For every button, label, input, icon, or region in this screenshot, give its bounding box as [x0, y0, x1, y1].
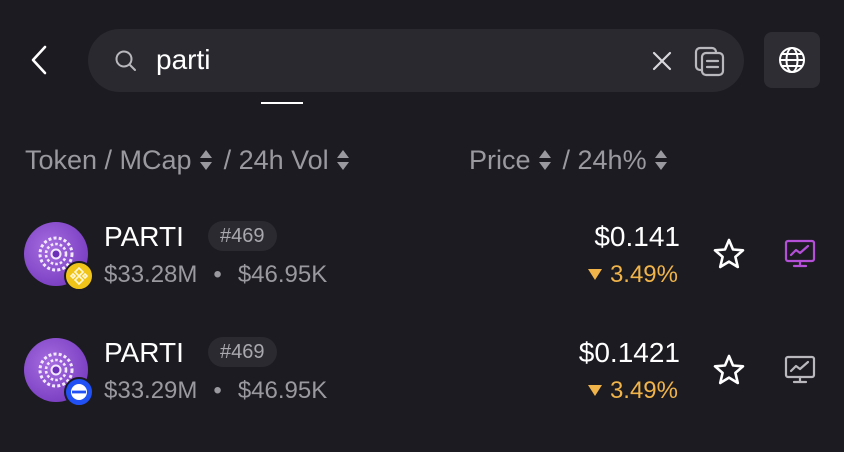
price-change: 3.49% [587, 261, 678, 289]
price-change: 3.49% [587, 377, 678, 405]
sort-icon[interactable] [653, 147, 669, 173]
rank-badge: #469 [208, 221, 277, 251]
star-icon[interactable] [712, 353, 746, 387]
separator-dot: • [213, 377, 222, 404]
token-stats: $33.28M • $46.95K [104, 261, 327, 289]
sort-icon[interactable] [198, 147, 214, 173]
header-price-label: Price [469, 144, 531, 175]
token-name: PARTI [104, 337, 184, 368]
base-chain-icon [64, 377, 94, 407]
separator-dot: • [213, 261, 222, 288]
header-24h-change: / 24h% [562, 144, 647, 175]
change-value: 3.49% [609, 377, 678, 404]
bnb-chain-icon [64, 261, 94, 291]
paste-icon[interactable] [692, 43, 728, 79]
down-triangle-icon [587, 385, 602, 396]
autocorrect-underline [261, 102, 303, 104]
header-24h-vol: / 24h Vol [223, 144, 329, 175]
sort-icon[interactable] [537, 147, 553, 173]
token-row[interactable]: PARTI #469 $33.29M • $46.95K $0.1421 3.49% [0, 321, 844, 421]
header-token: Token / MCap / 24h Vol [25, 140, 351, 180]
chevron-left-icon [31, 45, 47, 75]
sort-icon[interactable] [335, 147, 351, 173]
chart-icon[interactable] [784, 355, 816, 385]
token-name: PARTI [104, 221, 184, 252]
volume-24h: $46.95K [237, 261, 328, 288]
header-token-mcap: Token / MCap [25, 144, 192, 175]
market-cap: $33.28M [104, 261, 198, 288]
volume-24h: $46.95K [237, 377, 328, 404]
close-icon[interactable] [648, 47, 676, 75]
token-row[interactable]: PARTI #469 $33.28M • $46.95K $0.141 3.49% [0, 205, 844, 305]
search-icon [115, 50, 136, 71]
down-triangle-icon [587, 269, 602, 280]
token-price: $0.141 [594, 221, 680, 252]
search-input[interactable] [156, 41, 596, 79]
globe-icon [779, 47, 805, 73]
market-cap: $33.29M [104, 377, 198, 404]
search-bar [88, 29, 744, 104]
token-stats: $33.29M • $46.95K [104, 377, 327, 405]
chart-icon[interactable] [784, 239, 816, 269]
star-icon[interactable] [712, 237, 746, 271]
network-select-button[interactable] [764, 32, 820, 88]
rank-badge: #469 [208, 337, 277, 367]
token-price: $0.1421 [578, 337, 680, 368]
back-button[interactable] [22, 42, 58, 78]
header-price: Price / 24h% [469, 140, 669, 180]
change-value: 3.49% [609, 261, 678, 288]
